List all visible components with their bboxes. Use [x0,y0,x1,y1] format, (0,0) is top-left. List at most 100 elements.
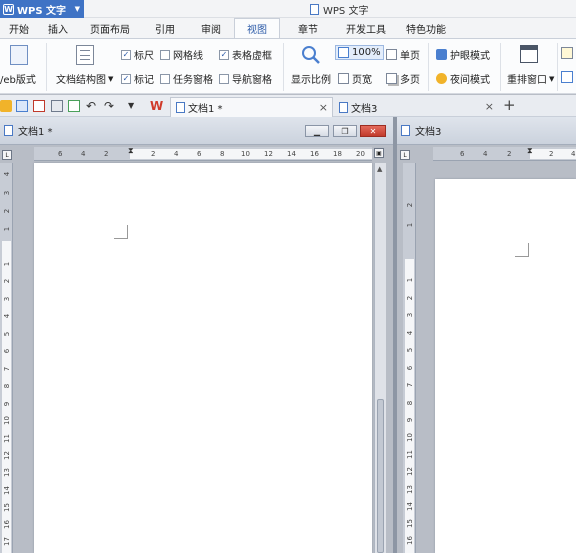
gridlines-checkbox[interactable]: 网格线 [160,47,203,62]
ruler-number: 2 [507,150,512,158]
scrollbar-thumb[interactable] [377,399,384,553]
tab-page-layout[interactable]: 页面布局 [78,18,142,38]
vertical-ruler[interactable]: 4 3 2 1 1 2 3 4 5 6 7 8 9 10 11 12 13 14… [0,163,13,553]
marks-checkbox[interactable]: ✓ 标记 [121,71,154,86]
vertical-ruler[interactable]: 2 1 1 2 3 4 5 6 7 8 9 10 11 12 13 14 15 … [403,163,416,553]
ruler-number: 13 [3,468,11,477]
ruler-number: 4 [3,171,11,177]
ribbon-separator [428,43,429,91]
single-page-button[interactable]: 单页 [386,47,420,62]
tab-references[interactable]: 引用 [142,18,188,38]
doc-structure-button[interactable]: 文档结构图 ▼ [56,71,113,87]
document-icon [339,101,348,113]
new-tab-button[interactable]: + [503,97,517,113]
scroll-up-icon[interactable]: ▲ [377,165,382,173]
tab-stop-selector[interactable]: L [2,150,12,160]
split-window-icon[interactable] [561,71,573,83]
document-page[interactable] [435,179,576,553]
close-icon[interactable]: × [319,101,328,114]
ruler-toggle-icon[interactable]: ▣ [374,148,384,158]
ruler-number: 6 [406,365,414,371]
night-mode-button[interactable]: 夜间模式 [436,71,490,86]
multi-page-button[interactable]: 多页 [386,71,420,86]
ruler-number: 3 [3,190,11,196]
ruler-number: 7 [406,382,414,388]
open-folder-icon[interactable] [0,100,12,112]
print-icon[interactable] [51,100,63,112]
ruler-number: 8 [406,400,414,406]
doc-tab-2-label: 文档3 [351,103,378,115]
web-layout-button[interactable]: /eb版式 [0,71,36,86]
vertical-scrollbar[interactable]: ▲ [374,163,386,553]
nav-pane-label: 导航窗格 [232,75,272,86]
ruler-number: 15 [406,519,414,528]
zoom-100-button[interactable]: 100% [335,45,384,60]
night-mode-icon [436,73,447,84]
tab-stop-selector[interactable]: L [400,150,410,160]
tab-review[interactable]: 审阅 [188,18,234,38]
indent-marker-icon[interactable]: ⧗ [128,146,134,156]
zoom-button[interactable]: 显示比例 [291,71,331,86]
nav-pane-checkbox[interactable]: 导航窗格 [219,71,272,86]
ruler-number: 1 [3,261,11,267]
redo-icon[interactable]: ↷ [104,100,116,112]
ruler-number: 8 [220,150,225,158]
ruler-number: 1 [3,226,11,232]
minimize-button[interactable]: ▁ [305,125,329,137]
tab-developer[interactable]: 开发工具 [336,18,396,38]
pane-2-title: 文档3 [415,127,442,138]
restore-button[interactable]: ❐ [333,125,357,137]
close-icon[interactable]: × [485,100,494,113]
task-pane-check-icon [160,73,170,84]
document-pane-1: 文档1 * ▁ ❐ ✕ L 6 4 2 ⧗ 2 4 6 8 10 12 14 1… [0,117,393,553]
arrange-windows-icon [520,45,538,63]
print-preview-icon[interactable] [68,100,80,112]
ruler-number: 2 [406,295,414,301]
doc-tab-1[interactable]: 文档1 * × [170,97,333,117]
customize-toolbar-icon[interactable]: ▼ [128,100,140,112]
doc-tab-1-label: 文档1 * [188,104,223,115]
save-icon[interactable] [16,100,28,112]
undo-icon[interactable]: ↶ [86,100,98,112]
multi-page-label: 多页 [400,75,420,86]
tab-home[interactable]: 开始 [0,18,38,38]
ruler-checkbox[interactable]: ✓ 标尺 [121,47,154,62]
title-bar: W WPS 文字 ▼ WPS 文字 [0,0,576,18]
ribbon-view: /eb版式 文档结构图 ▼ ✓ 标尺 ✓ 标记 网格线 任务窗格 ✓ 表格虚框 … [0,38,576,94]
new-window-icon[interactable] [561,47,573,59]
tab-chapter[interactable]: 章节 [280,18,336,38]
gridlines-check-icon [160,49,170,60]
task-pane-checkbox[interactable]: 任务窗格 [160,71,213,86]
document-icon [310,4,319,15]
doc-tab-2[interactable]: 文档3 × [334,97,498,117]
horizontal-ruler[interactable]: 6 4 2 ⧗ 2 4 6 8 10 12 14 16 18 20 [34,146,372,161]
ruler-number: 1 [406,277,414,283]
eye-care-button[interactable]: 护眼模式 [436,47,490,62]
document-page[interactable] [34,163,372,553]
menu-bar: 开始 插入 页面布局 引用 审阅 视图 章节 开发工具 特色功能 [0,18,576,38]
ruler-number: 2 [3,278,11,284]
ruler-number: 3 [3,296,11,302]
chevron-down-icon: ▼ [74,5,80,13]
ruler-number: 3 [406,312,414,318]
table-gridlines-label: 表格虚框 [232,51,272,62]
wps-home-icon[interactable]: W [150,100,163,112]
ribbon-separator [500,43,501,91]
quick-access-toolbar: ↶ ↷ ▼ W 文档1 * × 文档3 × + [0,95,576,117]
arrange-windows-button[interactable]: 重排窗口 ▼ [507,71,554,87]
tab-insert[interactable]: 插入 [38,18,78,38]
page-width-button[interactable]: 页宽 [338,71,372,86]
indent-marker-icon[interactable]: ⧗ [527,146,533,156]
ruler-number: 4 [483,150,488,158]
document-icon [401,125,410,136]
export-pdf-icon[interactable] [33,100,45,112]
horizontal-ruler[interactable]: 6 4 2 ⧗ 2 4 [433,146,576,161]
close-button[interactable]: ✕ [360,125,386,137]
tab-special-features[interactable]: 特色功能 [396,18,456,38]
ruler-number: 16 [310,150,319,158]
page-width-label: 页宽 [352,75,372,86]
tab-view[interactable]: 视图 [234,18,280,38]
table-gridlines-checkbox[interactable]: ✓ 表格虚框 [219,47,272,62]
night-mode-label: 夜间模式 [450,75,490,86]
app-menu-button[interactable]: W WPS 文字 ▼ [0,0,84,18]
